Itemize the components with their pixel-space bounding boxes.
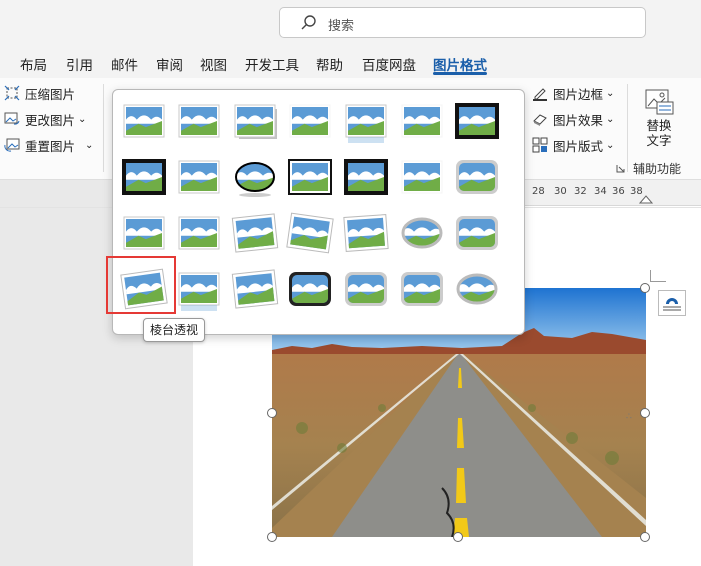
- picture-style-bevelblack[interactable]: [289, 272, 331, 306]
- layout-options-button[interactable]: [658, 290, 686, 316]
- picture-style-tilt[interactable]: [231, 269, 279, 309]
- tab-mailings[interactable]: 邮件: [111, 54, 138, 74]
- ruler-tick: 34: [594, 186, 607, 197]
- picture-border-icon: [533, 88, 547, 101]
- dialog-launcher-icon[interactable]: [616, 164, 625, 173]
- reset-picture-label: 重置图片: [25, 138, 76, 154]
- tab-picture-format[interactable]: 图片格式: [433, 54, 487, 74]
- style-tooltip: 棱台透视: [143, 318, 206, 342]
- alt-text-label-line2: 文字: [646, 133, 672, 148]
- chevron-down-icon: ⌄: [606, 87, 615, 99]
- compress-pictures-button[interactable]: 压缩图片: [4, 82, 75, 104]
- change-picture-label: 更改图片: [25, 112, 76, 128]
- picture-style-ovalsoft[interactable]: [401, 217, 443, 249]
- resize-handle-bottom-right[interactable]: [640, 532, 650, 542]
- picture-style-rounded[interactable]: [345, 272, 387, 306]
- tab-references[interactable]: 引用: [66, 54, 93, 74]
- picture-layout-label: 图片版式: [553, 138, 604, 154]
- picture-style-thickblack[interactable]: [122, 159, 166, 195]
- alt-text-label-line1: 替换: [646, 118, 672, 133]
- picture-style-shadow[interactable]: [234, 104, 277, 139]
- picture-style-reflect[interactable]: [178, 272, 220, 311]
- tab-view[interactable]: 视图: [200, 54, 227, 74]
- picture-style-reflect[interactable]: [345, 104, 387, 143]
- picture-style-plain[interactable]: [178, 104, 220, 138]
- search-icon: [301, 15, 316, 30]
- picture-style-plain[interactable]: [178, 160, 220, 194]
- search-box[interactable]: 搜索: [279, 7, 646, 38]
- chevron-down-icon: ⌄: [606, 139, 615, 151]
- picture-border-label: 图片边框: [553, 86, 604, 102]
- picture-style-rounded[interactable]: [456, 160, 498, 194]
- resize-handle-top-right[interactable]: [640, 283, 650, 293]
- tab-review[interactable]: 审阅: [156, 54, 183, 74]
- search-placeholder: 搜索: [328, 19, 355, 34]
- picture-style-soft[interactable]: [400, 159, 444, 195]
- picture-style-soft[interactable]: [400, 103, 444, 139]
- picture-style-cut[interactable]: [123, 216, 165, 250]
- picture-style-rounded[interactable]: [456, 216, 498, 250]
- resize-handle-bottom[interactable]: [453, 532, 463, 542]
- right-indent-marker[interactable]: [639, 194, 653, 204]
- resize-grip-icon[interactable]: ∴: [626, 412, 632, 422]
- picture-effects-button[interactable]: 图片效果 ⌄: [532, 108, 614, 130]
- picture-style-tilt[interactable]: [231, 213, 279, 253]
- reset-picture-icon: [4, 138, 20, 152]
- picture-effects-icon: [533, 114, 547, 126]
- accessibility-group-label: 辅助功能: [633, 162, 682, 176]
- selected-style-highlight: [106, 256, 176, 314]
- picture-style-plain[interactable]: [123, 104, 165, 138]
- picture-style-tilt2[interactable]: [286, 212, 334, 254]
- ruler-tick: 36: [612, 186, 625, 197]
- ribbon-tabs: ­ 布局 引用 邮件 审阅 视图 开发工具 帮助 百度网盘 图片格式: [0, 48, 701, 78]
- layout-options-icon: [663, 298, 681, 311]
- title-bar: 搜索: [0, 0, 701, 48]
- group-divider: [103, 84, 104, 172]
- horizontal-ruler[interactable]: 28 30 32 34 36 38: [525, 180, 701, 206]
- tab-help[interactable]: 帮助: [316, 54, 343, 74]
- resize-handle-left[interactable]: [267, 408, 277, 418]
- resize-handle-bottom-left[interactable]: [267, 532, 277, 542]
- tab-developer[interactable]: 开发工具: [245, 54, 299, 74]
- chevron-down-icon: ⌄: [78, 113, 87, 125]
- picture-style-ovalframe[interactable]: [456, 273, 498, 305]
- picture-layout-icon: [532, 137, 548, 153]
- picture-style-black[interactable]: [344, 159, 388, 195]
- ruler-tick: 28: [532, 186, 545, 197]
- group-divider: [627, 84, 628, 172]
- picture-style-soft[interactable]: [288, 103, 332, 139]
- change-picture-button[interactable]: 更改图片 ⌄: [4, 108, 86, 130]
- picture-style-doubleblack[interactable]: [288, 159, 332, 195]
- change-picture-icon: [4, 112, 20, 125]
- compress-pictures-label: 压缩图片: [25, 86, 76, 102]
- alt-text-button[interactable]: 替换 文字: [639, 88, 679, 148]
- compress-pictures-icon: [4, 85, 20, 101]
- picture-effects-label: 图片效果: [553, 112, 604, 128]
- picture-style-oval[interactable]: [235, 162, 275, 197]
- chevron-down-icon: ⌄: [606, 113, 615, 125]
- picture-layout-button[interactable]: 图片版式 ⌄: [532, 134, 614, 156]
- ruler-tick: 30: [554, 186, 567, 197]
- tab-layout[interactable]: 布局: [20, 54, 47, 74]
- picture-style-black[interactable]: [455, 103, 499, 139]
- active-tab-indicator: [433, 72, 487, 75]
- resize-handle-right[interactable]: [640, 408, 650, 418]
- ruler-tick: 32: [574, 186, 587, 197]
- picture-style-plain[interactable]: [178, 216, 220, 250]
- picture-style-tilt3[interactable]: [343, 214, 389, 252]
- chevron-down-icon: ⌄: [85, 139, 94, 151]
- reset-picture-button[interactable]: 重置图片 ⌄: [4, 134, 93, 156]
- picture-style-roundframe[interactable]: [401, 272, 443, 306]
- tab-baidu-netdisk[interactable]: 百度网盘: [362, 54, 416, 74]
- page-corner-mark: [650, 270, 666, 282]
- picture-border-button[interactable]: 图片边框 ⌄: [532, 82, 614, 104]
- alt-text-icon: [645, 89, 674, 115]
